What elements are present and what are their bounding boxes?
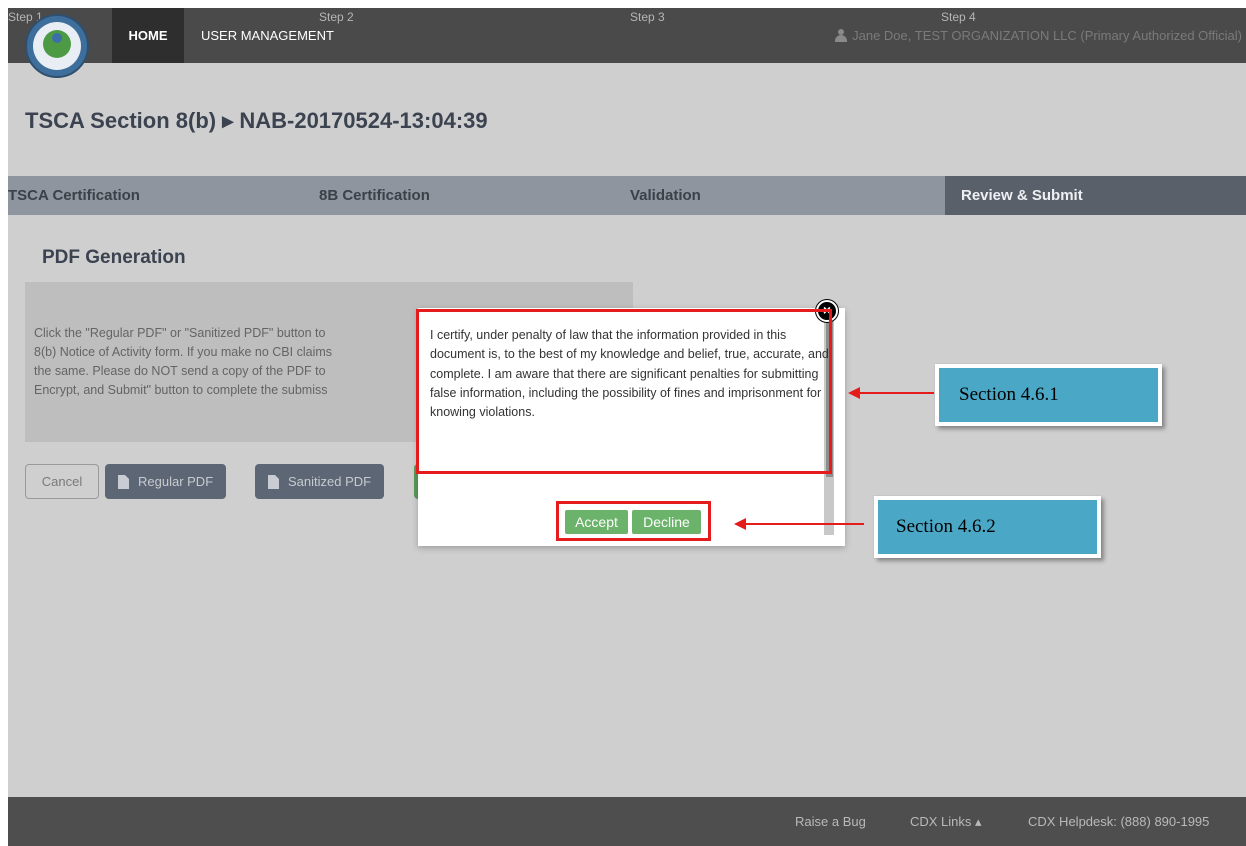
regular-pdf-label: Regular PDF [138, 474, 214, 489]
step-label-review-submit[interactable]: Review & Submit [961, 176, 1083, 215]
step-4: Step 4 [941, 8, 976, 33]
file-icon [268, 474, 279, 489]
sanitized-pdf-button[interactable]: Sanitized PDF [255, 464, 385, 499]
nav-home[interactable]: HOME [112, 8, 184, 63]
step-number: Step 3 [630, 10, 665, 24]
cdx-helpdesk: CDX Helpdesk: (888) 890-1995 [1028, 814, 1210, 829]
step-label-tsca-certification[interactable]: TSCA Certification [8, 176, 140, 215]
user-menu[interactable]: Jane Doe, TEST ORGANIZATION LLC (Primary… [835, 8, 1242, 63]
regular-pdf-button[interactable]: Regular PDF [105, 464, 227, 499]
highlight-accept-decline [556, 501, 711, 541]
top-navbar: HOME USER MANAGEMENT Jane Doe, TEST ORGA… [8, 8, 1246, 63]
step-number: Step 4 [941, 10, 976, 24]
step-3: Step 3 [630, 8, 665, 33]
footer: Raise a Bug CDX Links ▴ CDX Helpdesk: (8… [8, 797, 1246, 846]
nav-user-management[interactable]: USER MANAGEMENT [201, 8, 334, 63]
cdx-links-dropdown[interactable]: CDX Links ▴ [910, 797, 982, 846]
arrow-line-2 [744, 523, 864, 525]
arrow-left-icon [848, 387, 860, 399]
user-icon [835, 29, 848, 42]
user-name: Jane Doe, TEST ORGANIZATION LLC (Primary… [852, 28, 1242, 43]
arrow-left-icon [734, 518, 746, 530]
raise-bug-link[interactable]: Raise a Bug [795, 797, 866, 846]
file-icon [118, 474, 129, 489]
page-title: TSCA Section 8(b) ▸ NAB-20170524-13:04:3… [25, 108, 488, 133]
pdf-generation-title: PDF Generation [42, 247, 186, 268]
step-2: Step 2 [319, 8, 354, 33]
arrow-line-1 [858, 392, 935, 394]
sanitized-pdf-label: Sanitized PDF [288, 474, 372, 489]
cancel-button[interactable]: Cancel [25, 464, 99, 499]
callout-section-4-6-1: Section 4.6.1 [935, 364, 1162, 426]
step-number: Step 2 [319, 10, 354, 24]
step-label-validation[interactable]: Validation [630, 176, 701, 215]
epa-logo[interactable] [25, 14, 89, 78]
callout-section-4-6-2: Section 4.6.2 [874, 496, 1101, 558]
step-label-8b-certification[interactable]: 8B Certification [319, 176, 430, 215]
highlight-certification-text [416, 309, 832, 474]
